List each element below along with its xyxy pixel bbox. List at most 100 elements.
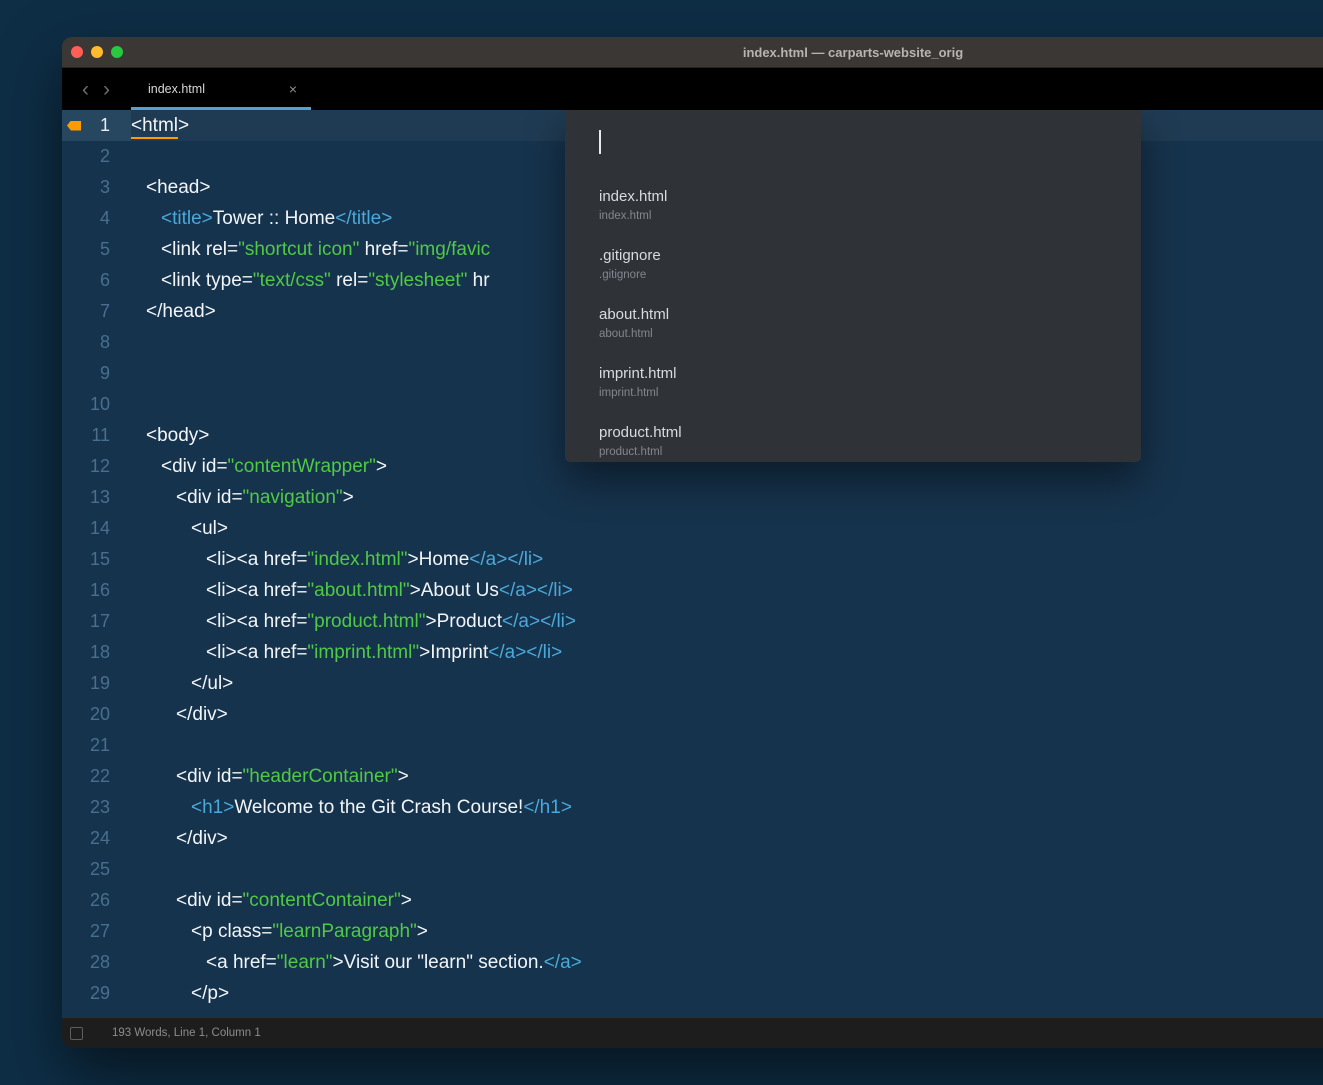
line-number[interactable]: 23 (62, 792, 131, 823)
code-line-13[interactable]: 13<div id="navigation"> (62, 482, 1323, 513)
line-number[interactable]: 3 (62, 172, 131, 203)
tab-bar: ‹ › index.html × (62, 68, 1323, 110)
code-token-plain: </p> (191, 983, 229, 1004)
line-number[interactable]: 18 (62, 637, 131, 668)
code-line-22[interactable]: 22<div id="headerContainer"> (62, 761, 1323, 792)
back-arrow-icon[interactable]: ‹ (82, 79, 89, 100)
code-token-plain: <div id= (176, 890, 243, 911)
line-number[interactable]: 9 (62, 358, 131, 389)
code-line-text: <p class="learnParagraph"> (131, 916, 428, 947)
line-number[interactable]: 16 (62, 575, 131, 606)
line-number-text: 29 (90, 983, 110, 1003)
code-token-tag: <title> (161, 208, 213, 229)
line-number[interactable]: 10 (62, 389, 131, 420)
result-filename: .gitignore (599, 247, 1107, 265)
code-token-plain: </head> (146, 301, 216, 322)
code-line-text: </head> (131, 296, 216, 327)
code-line-29[interactable]: 29 </p> (62, 978, 1323, 1009)
goto-result-item[interactable]: about.htmlabout.html (565, 295, 1141, 354)
line-number[interactable]: 28 (62, 947, 131, 978)
sidebar-toggle-icon[interactable] (70, 1027, 83, 1040)
code-line-text: <li><a href="about.html">About Us</a></l… (131, 575, 573, 606)
code-line-14[interactable]: 14<ul> (62, 513, 1323, 544)
line-number[interactable]: 4 (62, 203, 131, 234)
bookmark-icon (67, 121, 81, 131)
code-line-23[interactable]: 23<h1>Welcome to the Git Crash Course!</… (62, 792, 1323, 823)
goto-result-item[interactable]: product.htmlproduct.html (565, 413, 1141, 462)
code-token-plain: <div id= (176, 487, 243, 508)
line-number-text: 12 (90, 456, 110, 476)
code-line-17[interactable]: 17<li><a href="product.html">Product</a>… (62, 606, 1323, 637)
code-line-19[interactable]: 19</ul> (62, 668, 1323, 699)
code-token-string: "contentWrapper" (228, 456, 376, 477)
line-number[interactable]: 19 (62, 668, 131, 699)
code-token-plain: Welcome to the Git Crash Course! (234, 797, 523, 818)
code-line-16[interactable]: 16<li><a href="about.html">About Us</a><… (62, 575, 1323, 606)
line-number-text: 13 (90, 487, 110, 507)
line-number[interactable]: 7 (62, 296, 131, 327)
line-number-text: 3 (100, 177, 110, 197)
line-number[interactable]: 29 (62, 978, 131, 1009)
code-line-26[interactable]: 26<div id="contentContainer"> (62, 885, 1323, 916)
line-number[interactable]: 17 (62, 606, 131, 637)
code-token-string: "text/css" (253, 270, 331, 291)
close-window-button[interactable] (71, 46, 83, 58)
goto-anything-input[interactable] (565, 110, 1141, 177)
code-line-20[interactable]: 20</div> (62, 699, 1323, 730)
code-token-plain: > (401, 890, 412, 911)
zoom-window-button[interactable] (111, 46, 123, 58)
line-number[interactable]: 11 (62, 420, 131, 451)
code-line-25[interactable]: 25 (62, 854, 1323, 885)
code-line-27[interactable]: 27<p class="learnParagraph"> (62, 916, 1323, 947)
text-cursor (599, 130, 601, 154)
code-editor[interactable]: 1<html>23<head>4<title>Tower :: Home</ti… (62, 110, 1323, 1018)
code-line-text: </div> (131, 699, 228, 730)
tab-index-html[interactable]: index.html × (131, 68, 311, 110)
result-filepath: imprint.html (599, 386, 1107, 400)
line-number[interactable]: 2 (62, 141, 131, 172)
line-number-text: 21 (90, 735, 110, 755)
line-number[interactable]: 15 (62, 544, 131, 575)
goto-result-item[interactable]: imprint.htmlimprint.html (565, 354, 1141, 413)
code-token-plain: <li><a href= (206, 642, 307, 663)
line-number[interactable]: 24 (62, 823, 131, 854)
code-token-tag: </a> (544, 952, 582, 973)
code-token-plain: <div id= (176, 766, 243, 787)
line-number[interactable]: 13 (62, 482, 131, 513)
line-number[interactable]: 14 (62, 513, 131, 544)
code-token-tag: </h1> (523, 797, 572, 818)
code-line-28[interactable]: 28<a href="learn">Visit our "learn" sect… (62, 947, 1323, 978)
forward-arrow-icon[interactable]: › (103, 79, 110, 100)
line-number-text: 1 (100, 115, 110, 135)
line-number[interactable]: 20 (62, 699, 131, 730)
line-number[interactable]: 22 (62, 761, 131, 792)
code-line-18[interactable]: 18<li><a href="imprint.html">Imprint</a>… (62, 637, 1323, 668)
code-line-21[interactable]: 21 (62, 730, 1323, 761)
line-number[interactable]: 12 (62, 451, 131, 482)
code-token-plain: <head> (146, 177, 210, 198)
line-number[interactable]: 6 (62, 265, 131, 296)
code-token-plain: <link type= (161, 270, 253, 291)
line-number-text: 10 (90, 394, 110, 414)
goto-anything-results: index.htmlindex.html.gitignore.gitignore… (565, 177, 1141, 462)
minimize-window-button[interactable] (91, 46, 103, 58)
code-token-string: "about.html" (307, 580, 409, 601)
editor-window: index.html — carparts-website_orig ‹ › i… (62, 37, 1323, 1048)
line-number[interactable]: 21 (62, 730, 131, 761)
line-number[interactable]: 27 (62, 916, 131, 947)
code-line-24[interactable]: 24</div> (62, 823, 1323, 854)
goto-result-item[interactable]: .gitignore.gitignore (565, 236, 1141, 295)
line-number[interactable]: 25 (62, 854, 131, 885)
code-line-15[interactable]: 15<li><a href="index.html">Home</a></li> (62, 544, 1323, 575)
code-token-plain: > (178, 115, 189, 136)
line-number[interactable]: 5 (62, 234, 131, 265)
line-number[interactable]: 8 (62, 327, 131, 358)
window-titlebar[interactable]: index.html — carparts-website_orig (62, 37, 1323, 68)
result-filename: product.html (599, 424, 1107, 442)
goto-result-item[interactable]: index.htmlindex.html (565, 177, 1141, 236)
status-bar: 193 Words, Line 1, Column 1 (62, 1018, 1323, 1048)
code-line-text: <a href="learn">Visit our "learn" sectio… (131, 947, 582, 978)
line-number[interactable]: 26 (62, 885, 131, 916)
line-number[interactable]: 1 (62, 110, 131, 141)
tab-close-icon[interactable]: × (289, 81, 297, 97)
